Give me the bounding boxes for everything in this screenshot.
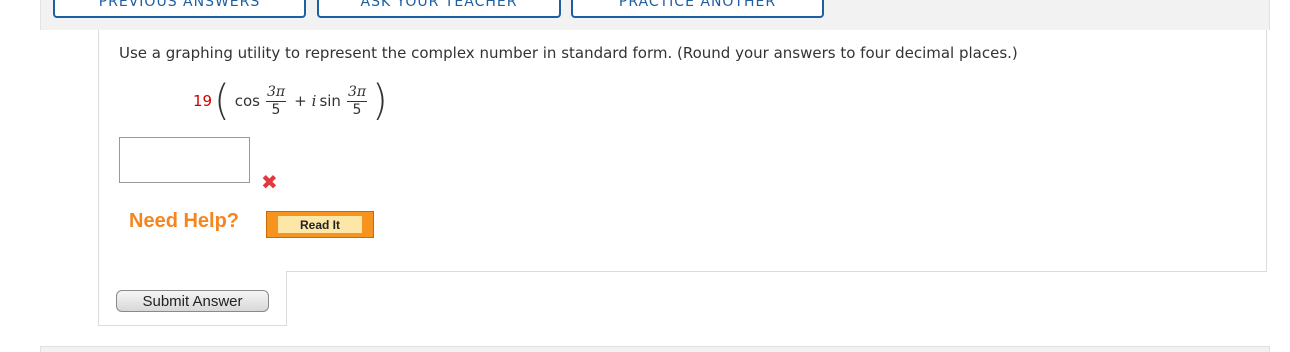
- ask-your-teacher-button[interactable]: ASK YOUR TEACHER: [317, 0, 561, 18]
- read-it-label: Read It: [278, 216, 362, 233]
- previous-answers-button[interactable]: PREVIOUS ANSWERS: [53, 0, 306, 18]
- cos-denominator: 5: [271, 101, 281, 118]
- plus-sign: +: [294, 92, 307, 110]
- sin-denominator: 5: [352, 101, 362, 118]
- ask-your-teacher-label: ASK YOUR TEACHER: [360, 0, 518, 10]
- cos-fraction: 3π 5: [265, 83, 287, 119]
- next-question-strip: [40, 346, 1270, 352]
- complex-number-expression: 19 ( cos 3π 5 + i sin 3π 5 ): [193, 78, 390, 124]
- wrong-x-icon: ✖: [261, 170, 278, 194]
- sin-numerator: 3π: [346, 83, 368, 102]
- right-paren: ): [372, 76, 388, 126]
- coefficient: 19: [193, 92, 213, 110]
- read-it-button[interactable]: Read It: [266, 211, 374, 238]
- answer-input[interactable]: [119, 137, 250, 183]
- question-text: Use a graphing utility to represent the …: [119, 44, 1018, 62]
- imaginary-unit: i: [311, 92, 317, 110]
- practice-another-button[interactable]: PRACTICE ANOTHER: [571, 0, 824, 18]
- cos-label: cos: [234, 92, 260, 110]
- need-help-label: Need Help?: [129, 210, 240, 232]
- left-paren: (: [214, 76, 230, 126]
- practice-another-label: PRACTICE ANOTHER: [618, 0, 777, 10]
- sin-fraction: 3π 5: [346, 83, 368, 119]
- submit-answer-button[interactable]: Submit Answer: [116, 290, 269, 312]
- cos-numerator: 3π: [265, 83, 287, 102]
- sin-label: sin: [319, 92, 341, 110]
- previous-answers-label: PREVIOUS ANSWERS: [98, 0, 261, 10]
